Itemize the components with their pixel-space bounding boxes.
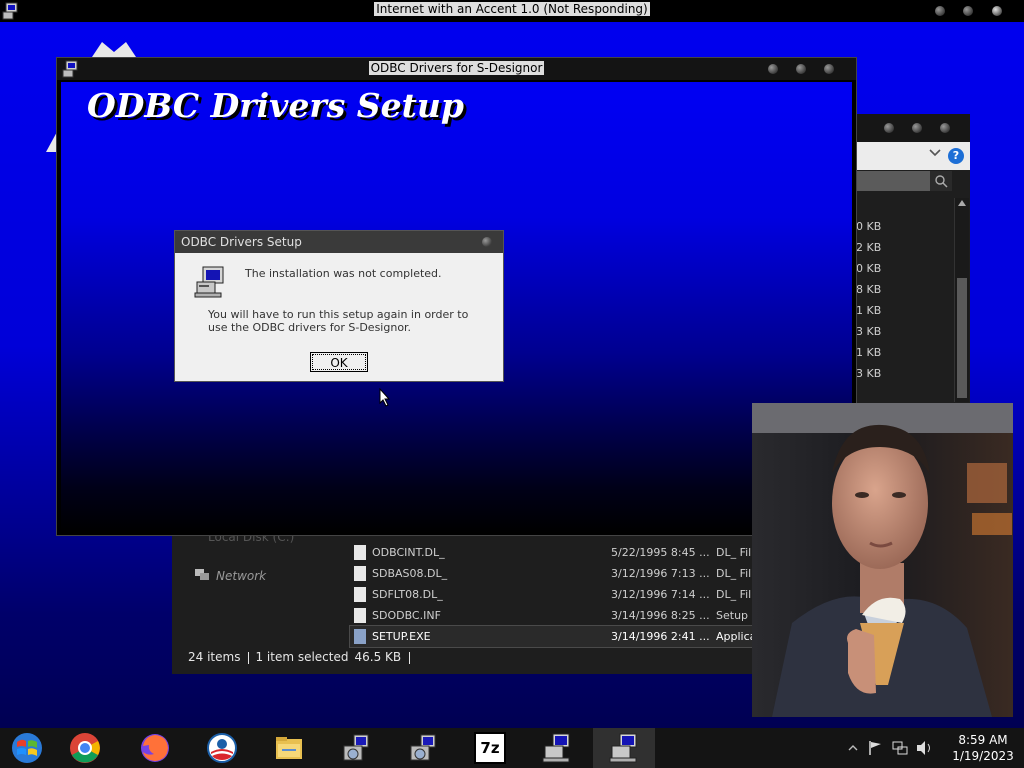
speaker-icon[interactable] <box>916 740 934 756</box>
vertical-scrollbar[interactable] <box>954 198 969 402</box>
7zip-icon: 7z <box>474 732 506 764</box>
size-cell: 3 KB <box>856 367 882 380</box>
clock[interactable]: 8:59 AM 1/19/2023 <box>948 732 1018 764</box>
taskbar-file-explorer[interactable] <box>258 728 320 768</box>
maximize-button[interactable] <box>912 123 922 133</box>
setup-installer-icon <box>407 732 439 764</box>
status-size: 46.5 KB <box>354 650 402 664</box>
status-bar: 24 items 1 item selected 46.5 KB <box>188 650 416 664</box>
table-row[interactable]: ODBCINT.DL_ 5/22/1995 8:45 ... DL_ Fil <box>350 542 770 563</box>
app-title-bar: Internet with an Accent 1.0 (Not Respond… <box>0 0 1024 22</box>
mouse-cursor-icon <box>379 388 391 407</box>
taskbar-obama-logo[interactable] <box>191 728 253 768</box>
table-row[interactable]: SDBAS08.DL_ 3/12/1996 7:13 ... DL_ Fil <box>350 563 770 584</box>
dialog-message-secondary: You will have to run this setup again in… <box>208 308 469 334</box>
size-column: 0 KB 2 KB 0 KB 8 KB 1 KB 3 KB 1 KB 3 KB <box>856 198 956 384</box>
close-button[interactable] <box>824 64 834 74</box>
webcam-overlay <box>752 403 1013 717</box>
network-icon <box>194 568 210 582</box>
flag-icon[interactable] <box>868 740 882 756</box>
file-icon <box>354 587 366 602</box>
setup-title-bar: ODBC Drivers for S-Designor <box>57 58 856 80</box>
dialog-message-primary: The installation was not completed. <box>245 267 442 280</box>
chevron-down-icon[interactable] <box>928 146 942 160</box>
chevron-up-icon[interactable] <box>848 744 858 752</box>
minimize-button[interactable] <box>768 64 778 74</box>
taskbar-setup-1[interactable] <box>325 728 387 768</box>
ok-button-label: OK <box>312 354 366 370</box>
computer-setup-icon <box>541 732 573 764</box>
minimize-button[interactable] <box>884 123 894 133</box>
close-button[interactable] <box>992 6 1002 16</box>
close-button[interactable] <box>940 123 950 133</box>
size-cell: 3 KB <box>856 325 882 338</box>
close-button[interactable] <box>482 237 492 247</box>
size-cell: 1 KB <box>856 304 882 317</box>
ok-button[interactable]: OK <box>310 352 368 372</box>
status-selected: 1 item selected <box>255 650 349 664</box>
computer-setup-icon <box>193 265 227 299</box>
setup-installer-icon <box>340 732 372 764</box>
setup-exe-icon <box>354 629 366 644</box>
windows-start-icon <box>11 732 43 764</box>
minimize-button[interactable] <box>935 6 945 16</box>
message-dialog: ODBC Drivers Setup The installation was … <box>174 230 504 382</box>
app-title: Internet with an Accent 1.0 (Not Respond… <box>374 2 650 16</box>
file-explorer-icon <box>273 732 305 764</box>
taskbar-firefox[interactable] <box>124 728 186 768</box>
network-status-icon[interactable] <box>892 740 908 756</box>
size-cell: 0 KB <box>856 220 882 233</box>
scroll-up-icon[interactable] <box>958 200 966 206</box>
computer-setup-icon <box>608 732 640 764</box>
firefox-icon <box>139 732 171 764</box>
address-bar[interactable]: ? <box>856 142 970 170</box>
dialog-title-bar: ODBC Drivers Setup <box>175 231 503 253</box>
file-icon <box>354 545 366 560</box>
taskbar-setup-2[interactable] <box>392 728 454 768</box>
size-cell: 2 KB <box>856 241 882 254</box>
size-cell: 8 KB <box>856 283 882 296</box>
maximize-button[interactable] <box>796 64 806 74</box>
taskbar-chrome[interactable] <box>54 728 116 768</box>
taskbar: 7z 8:59 AM 1/19/2023 <box>0 728 1024 768</box>
taskbar-7zip[interactable]: 7z <box>459 728 521 768</box>
table-row[interactable]: SDODBC.INF 3/14/1996 8:25 ... Setup I <box>350 605 770 626</box>
size-cell: 0 KB <box>856 262 882 275</box>
file-icon <box>354 566 366 581</box>
table-row[interactable]: SDFLT08.DL_ 3/12/1996 7:14 ... DL_ Fil <box>350 584 770 605</box>
taskbar-setup-4-active[interactable] <box>593 728 655 768</box>
chrome-icon <box>69 732 101 764</box>
clock-time: 8:59 AM <box>958 733 1008 747</box>
sidebar-item-network[interactable]: Network <box>216 569 266 583</box>
dialog-title: ODBC Drivers Setup <box>181 235 302 249</box>
size-cell: 1 KB <box>856 346 882 359</box>
taskbar-setup-3[interactable] <box>526 728 588 768</box>
scrollbar-thumb[interactable] <box>957 278 967 398</box>
obama-logo-icon <box>206 732 238 764</box>
setup-info-icon <box>354 608 366 623</box>
clock-date: 1/19/2023 <box>952 749 1014 763</box>
taskbar-start-button[interactable] <box>0 728 58 768</box>
status-item-count: 24 items <box>188 650 241 664</box>
help-icon[interactable]: ? <box>948 148 964 164</box>
search-icon[interactable] <box>930 171 952 191</box>
maximize-button[interactable] <box>963 6 973 16</box>
table-row-selected[interactable]: SETUP.EXE 3/14/1996 2:41 ... Applica <box>349 625 771 648</box>
setup-window-title: ODBC Drivers for S-Designor <box>368 61 545 75</box>
setup-heading: ODBC Drivers Setup <box>87 86 464 125</box>
